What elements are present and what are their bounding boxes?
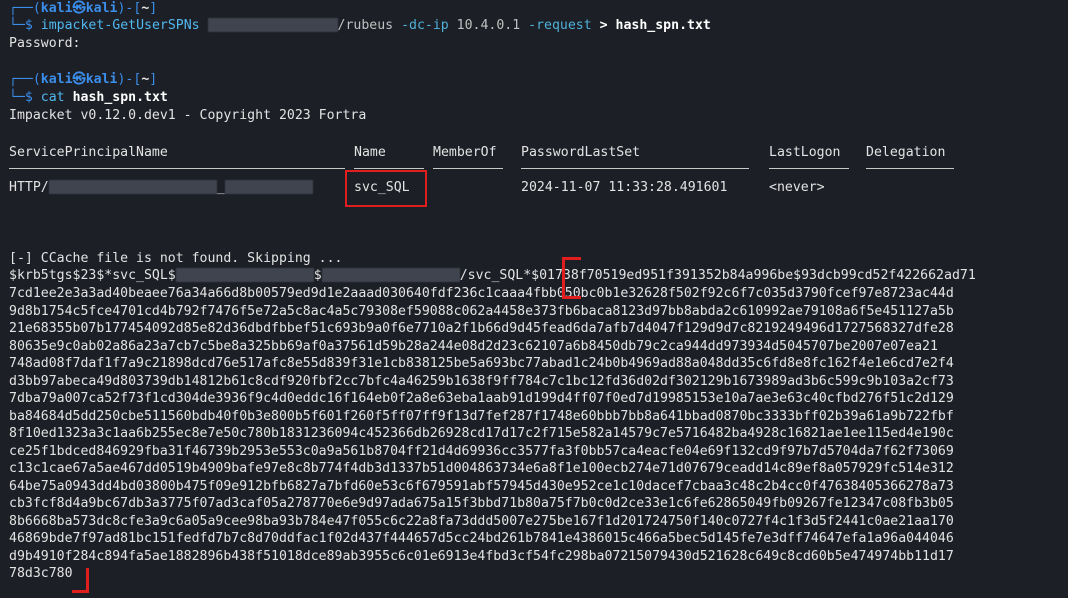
col-header-memberof: MemberOf bbox=[433, 145, 497, 160]
hash-line: d9b4910f284c894fa5ae1882896b438f51018dce… bbox=[9, 548, 954, 564]
hash-line: cb3fcf8d4a9bc67db3a3775f07ad3caf05a27877… bbox=[9, 496, 954, 511]
col-header-delegation: Delegation bbox=[866, 145, 946, 160]
prompt-line-1: ┌──(kali㉿kali)-[~] bbox=[9, 1, 158, 16]
header-underline bbox=[521, 168, 749, 169]
header-underline bbox=[769, 168, 849, 169]
highlight-box-svc-sql bbox=[345, 170, 427, 207]
prompt-at: ㉿ bbox=[72, 1, 86, 16]
hash-line: 78d3c780 bbox=[9, 566, 73, 581]
spn-prefix: HTTP/ bbox=[9, 180, 49, 195]
redacted-spn-tail bbox=[224, 180, 313, 194]
hash-line: d3bb97abeca49d803739db14812b61c8cdf920fb… bbox=[9, 373, 954, 389]
hash-line: 7dba79a007ca52f73f1cd304de3936f9c4d0eddc… bbox=[9, 391, 954, 406]
command-line-2: └─$ cat hash_spn.txt bbox=[9, 90, 168, 105]
prompt-host: kali bbox=[85, 72, 118, 87]
command-cat: cat bbox=[40, 90, 65, 105]
command-line-1: └─$ impacket-GetUserSPNs /rubeus -dc-ip … bbox=[9, 18, 711, 33]
spn-mid: _ bbox=[216, 180, 225, 195]
prompt-dollar: $ bbox=[24, 90, 33, 105]
command-flag-dc: -dc-ip bbox=[401, 18, 449, 33]
hash-line: 46869bde7f97ad81bc151fedfd7b7c8d70ddfac1… bbox=[9, 531, 954, 546]
redacted-spn-host bbox=[48, 180, 217, 194]
hash-end-bracket bbox=[72, 568, 89, 593]
cell-lastlogon: <never> bbox=[769, 180, 825, 195]
header-underline bbox=[433, 168, 503, 169]
hash-line: 21e68355b07b177454092d85e82d36dbdfbbef51… bbox=[9, 321, 954, 336]
col-header-lastlogon: LastLogon bbox=[769, 145, 841, 160]
hash-prefix: $krb5tgs$23$*svc_SQL$ bbox=[9, 268, 176, 283]
command-target: /rubeus bbox=[337, 18, 394, 33]
impacket-banner: Impacket v0.12.0.dev1 - Copyright 2023 F… bbox=[9, 108, 367, 123]
col-header-spn: ServicePrincipalName bbox=[9, 145, 168, 160]
command-ip: 10.4.0.1 bbox=[456, 18, 521, 33]
hash-line: 7cd1ee2e3a3ad40beaee76a34a66d8b00579ed9d… bbox=[9, 286, 954, 301]
command-redirect: > bbox=[599, 18, 608, 33]
hash-line: c13c1cae67a5ae467dd0519b4909bafe97e8c8b7… bbox=[9, 461, 954, 476]
hash-separator: $ bbox=[313, 268, 322, 283]
col-header-name: Name bbox=[354, 145, 386, 160]
hash-line-first: $krb5tgs$23$*svc_SQL$ $ /svc_SQL*$01738f70… bbox=[9, 267, 976, 285]
redacted-domain bbox=[207, 18, 338, 32]
prompt-at: ㉿ bbox=[72, 72, 86, 87]
table-row: HTTP/ _ bbox=[9, 179, 313, 197]
col-header-pwdlastset: PasswordLastSet bbox=[521, 145, 641, 160]
hash-line: ce25f1bdced846929fba31f46739b2953e553c0a… bbox=[9, 443, 954, 459]
prompt-line-2: ┌──(kali㉿kali)-[~] bbox=[9, 72, 158, 87]
header-underline bbox=[9, 168, 345, 169]
prompt-dollar: $ bbox=[24, 18, 33, 33]
ccache-message: [-] CCache file is not found. Skipping .… bbox=[9, 251, 343, 266]
redacted-realm bbox=[175, 268, 314, 282]
command-flag-request: -request bbox=[528, 18, 592, 33]
hash-start: /svc_SQL*$01738f70519ed951f391352b84a996… bbox=[459, 268, 976, 283]
prompt-user: kali bbox=[40, 72, 73, 87]
hash-line: 748ad08f7daf1f7a9c21898dcd76e517afc8e55d… bbox=[9, 356, 954, 371]
header-underline bbox=[354, 168, 424, 169]
hash-line: 9d8b1754c5fce4701cd4b792f7476f5e72a5c8ac… bbox=[9, 303, 954, 319]
command-cat-file: hash_spn.txt bbox=[72, 90, 168, 105]
prompt-user: kali bbox=[40, 1, 73, 16]
command-outfile: hash_spn.txt bbox=[615, 18, 711, 33]
hash-line: 64be75a0943dd4bd03800b475f09e912bfb6827a… bbox=[9, 478, 954, 494]
prompt-host: kali bbox=[85, 1, 118, 16]
hash-line: 80635e9c0ab02a86a23a7cb7c5be8a325bb69af0… bbox=[9, 338, 938, 354]
password-prompt: Password: bbox=[9, 36, 81, 51]
hash-line: 8f10ed1323a3c1aa6b255ec8e7e50c780b183123… bbox=[9, 426, 954, 441]
hash-line: 8b6668ba573dc8cfe3a9c6a05a9cee98ba93b784… bbox=[9, 513, 954, 529]
hash-line: ba84684d5dd250cbe511560bdb40f0b3e800b5f6… bbox=[9, 408, 954, 424]
cell-pwdlastset: 2024-11-07 11:33:28.491601 bbox=[521, 180, 728, 195]
command-tool: impacket-GetUserSPNs bbox=[40, 18, 200, 33]
terminal-window[interactable]: ┌──(kali㉿kali)-[~] └─$ impacket-GetUserS… bbox=[0, 0, 1068, 598]
header-underline bbox=[866, 168, 954, 169]
redacted-spn bbox=[321, 268, 460, 282]
hash-start-bracket bbox=[562, 257, 581, 299]
